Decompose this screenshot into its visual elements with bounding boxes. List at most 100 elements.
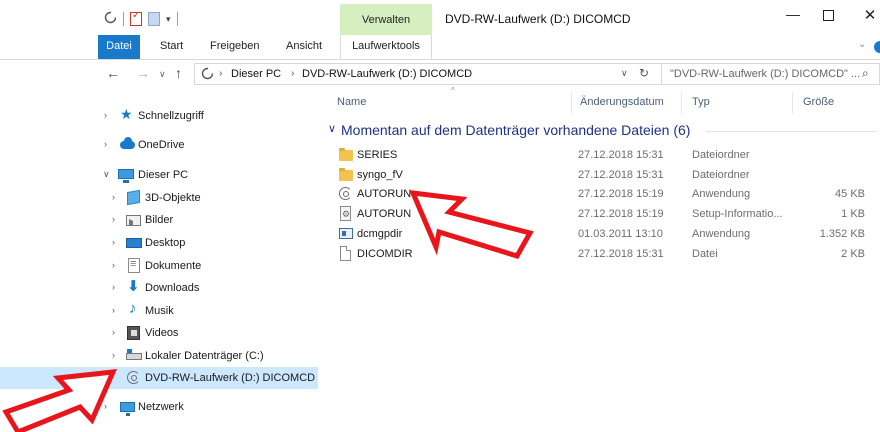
- tab-freigeben[interactable]: Freigeben: [210, 35, 260, 59]
- customize-toolbar-icon[interactable]: ▾: [166, 14, 171, 25]
- file-date: 27.12.2018 15:19: [578, 188, 664, 200]
- expand-chevron-icon[interactable]: ›: [112, 237, 115, 247]
- expand-chevron-icon[interactable]: ›: [112, 350, 115, 360]
- context-tab-verwalten[interactable]: Verwalten: [340, 4, 432, 35]
- nav-item-musik[interactable]: › ♪ Musik: [0, 300, 318, 322]
- file-type: Datei: [692, 248, 718, 260]
- column-divider[interactable]: [571, 92, 572, 114]
- dvd-drive-icon: [126, 370, 142, 386]
- column-header-type[interactable]: Typ: [692, 96, 710, 108]
- forward-button[interactable]: →: [136, 65, 150, 81]
- file-type: Anwendung: [692, 188, 751, 200]
- help-icon[interactable]: [874, 41, 880, 53]
- column-divider[interactable]: [792, 92, 793, 114]
- file-date: 27.12.2018 15:31: [578, 169, 664, 181]
- group-collapse-icon[interactable]: ∨: [328, 122, 336, 135]
- file-type: Dateiordner: [692, 169, 750, 181]
- address-bar[interactable]: › Dieser PC › DVD-RW-Laufwerk (D:) DICOM…: [194, 63, 662, 85]
- expand-ribbon-icon[interactable]: ⌄: [858, 39, 866, 50]
- file-size: 1.352 KB: [819, 228, 865, 240]
- nav-item-dieser-pc[interactable]: ∨ Dieser PC: [0, 164, 318, 186]
- breadcrumb-dieser-pc[interactable]: Dieser PC: [231, 68, 281, 80]
- expand-chevron-icon[interactable]: ›: [104, 139, 107, 149]
- table-row[interactable]: DICOMDIR 27.12.2018 15:31 Datei 2 KB: [320, 244, 880, 264]
- breadcrumb-separator-icon[interactable]: ›: [291, 68, 294, 79]
- table-row[interactable]: dcmgpdir 01.03.2011 13:10 Anwendung 1.35…: [320, 224, 880, 244]
- desktop-icon: [126, 235, 142, 251]
- nav-item-schnellzugriff[interactable]: › ★ Schnellzugriff: [0, 105, 318, 127]
- expand-chevron-icon[interactable]: ›: [112, 214, 115, 224]
- collapse-chevron-icon[interactable]: ∨: [103, 169, 110, 180]
- expand-chevron-icon[interactable]: ›: [112, 327, 115, 337]
- maximize-button[interactable]: [818, 8, 838, 24]
- breadcrumb-separator-icon[interactable]: ›: [219, 68, 222, 79]
- application-icon: [338, 226, 354, 242]
- breadcrumb-dvd-drive[interactable]: DVD-RW-Laufwerk (D:) DICOMCD: [302, 68, 472, 80]
- drive-icon[interactable]: [104, 11, 117, 27]
- file-date: 27.12.2018 15:31: [578, 149, 664, 161]
- nav-label: Dieser PC: [138, 169, 189, 181]
- nav-label: Lokaler Datenträger (C:): [145, 350, 264, 362]
- search-icon[interactable]: ⌕: [862, 66, 869, 81]
- cube-icon: [126, 189, 142, 206]
- nav-item-downloads[interactable]: › ⬇ Downloads: [0, 277, 318, 299]
- nav-item-local-disk-c[interactable]: › Lokaler Datenträger (C:): [0, 345, 318, 367]
- column-divider[interactable]: [681, 92, 682, 114]
- nav-item-netzwerk[interactable]: › Netzwerk: [0, 396, 318, 418]
- minimize-button[interactable]: —: [783, 6, 803, 22]
- new-folder-icon[interactable]: [148, 12, 160, 26]
- file-name: AUTORUN: [357, 208, 412, 220]
- expand-chevron-icon[interactable]: ›: [112, 192, 115, 202]
- column-header-size[interactable]: Größe: [803, 96, 834, 108]
- recent-locations-icon[interactable]: ∨: [159, 69, 166, 80]
- pictures-icon: [126, 212, 142, 228]
- tab-laufwerktools[interactable]: Laufwerktools: [340, 35, 432, 59]
- nav-label: Downloads: [145, 282, 200, 294]
- expand-chevron-icon[interactable]: ›: [112, 260, 115, 270]
- toolbar-separator: [176, 12, 178, 26]
- nav-item-desktop[interactable]: › Desktop: [0, 232, 318, 254]
- documents-icon: [126, 258, 142, 274]
- search-placeholder: "DVD-RW-Laufwerk (D:) DICOMCD" ...: [670, 68, 861, 80]
- column-header-row: ^ Name Änderungsdatum Typ Größe: [320, 86, 880, 116]
- up-button[interactable]: ↑: [175, 65, 182, 81]
- cloud-icon: [120, 137, 136, 153]
- file-group-header[interactable]: ∨ Momentan auf dem Datenträger vorhanden…: [328, 122, 876, 140]
- nav-label: Videos: [145, 327, 179, 339]
- table-row[interactable]: AUTORUN 27.12.2018 15:19 Setup-Informati…: [320, 204, 880, 224]
- nav-label: Schnellzugriff: [138, 110, 204, 122]
- file-date: 01.03.2011 13:10: [578, 228, 663, 240]
- tab-datei[interactable]: Datei: [98, 35, 140, 59]
- file-size: 2 KB: [841, 248, 865, 260]
- nav-item-3d-objekte[interactable]: › 3D-Objekte: [0, 187, 318, 209]
- group-label: Momentan auf dem Datenträger vorhandene …: [341, 122, 691, 138]
- tab-ansicht[interactable]: Ansicht: [286, 35, 322, 59]
- tab-start[interactable]: Start: [160, 35, 183, 59]
- window-title: DVD-RW-Laufwerk (D:) DICOMCD: [445, 12, 631, 26]
- back-button[interactable]: ←: [106, 65, 120, 81]
- expand-chevron-icon[interactable]: ›: [104, 110, 107, 120]
- search-input[interactable]: "DVD-RW-Laufwerk (D:) DICOMCD" ... ⌕: [662, 63, 880, 85]
- nav-item-onedrive[interactable]: › OneDrive: [0, 134, 318, 156]
- sort-ascending-icon: ^: [451, 86, 455, 95]
- table-row[interactable]: syngo_fV 27.12.2018 15:31 Dateiordner: [320, 165, 880, 185]
- nav-item-bilder[interactable]: › Bilder: [0, 209, 318, 231]
- expand-chevron-icon[interactable]: ›: [104, 401, 107, 411]
- table-row[interactable]: SERIES 27.12.2018 15:31 Dateiordner: [320, 145, 880, 165]
- expand-chevron-icon[interactable]: ›: [112, 305, 115, 315]
- nav-item-dokumente[interactable]: › Dokumente: [0, 255, 318, 277]
- column-header-name[interactable]: Name: [337, 96, 366, 108]
- refresh-icon[interactable]: ↻: [639, 66, 649, 80]
- folder-icon: [338, 167, 354, 183]
- file-name: AUTORUN: [357, 188, 412, 200]
- nav-item-dvd-drive-d[interactable]: DVD-RW-Laufwerk (D:) DICOMCD: [0, 367, 318, 389]
- close-button[interactable]: ✕: [860, 6, 880, 24]
- nav-item-videos[interactable]: › Videos: [0, 322, 318, 344]
- column-header-date[interactable]: Änderungsdatum: [580, 96, 664, 108]
- video-icon: [126, 325, 142, 341]
- table-row[interactable]: AUTORUN 27.12.2018 15:19 Anwendung 45 KB: [320, 184, 880, 204]
- address-dropdown-icon[interactable]: ∨: [621, 68, 628, 79]
- properties-icon[interactable]: [130, 10, 142, 26]
- file-date: 27.12.2018 15:31: [578, 248, 664, 260]
- expand-chevron-icon[interactable]: ›: [112, 282, 115, 292]
